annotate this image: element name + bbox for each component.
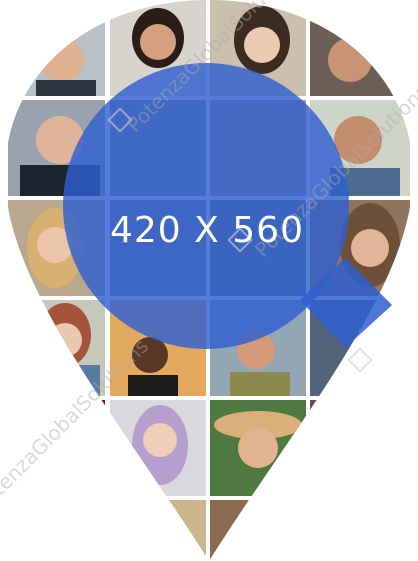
photo-tile: [8, 400, 105, 496]
photo-tile: [110, 500, 206, 561]
photo-tile: [310, 400, 410, 496]
placeholder-graphic: [5, 0, 413, 561]
photo-tile: [210, 500, 306, 561]
photo-tile: [310, 0, 410, 96]
